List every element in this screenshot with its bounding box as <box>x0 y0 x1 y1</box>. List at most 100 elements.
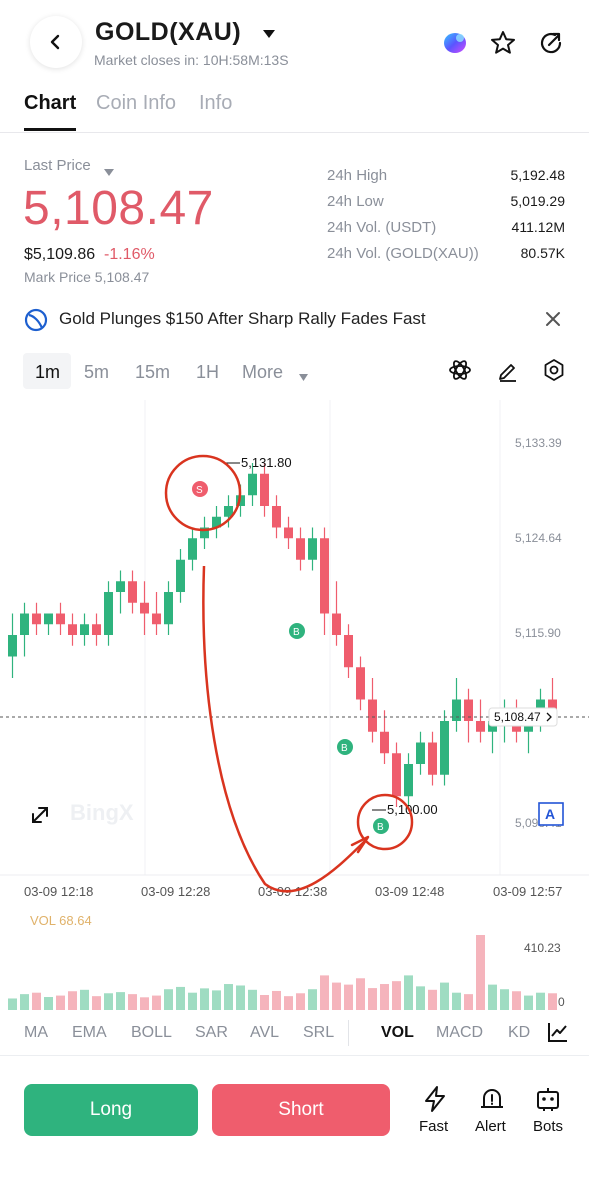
back-button[interactable] <box>30 16 82 68</box>
sell-badge-text: S <box>196 485 203 496</box>
candle <box>428 742 437 775</box>
market-closes-text: Market closes in: 10H:58M:13S <box>94 52 289 68</box>
last-price-value: 5,108.47 <box>23 182 214 235</box>
volume-bar <box>272 990 281 1010</box>
stat-label-24h-high: 24h High <box>327 167 388 184</box>
ai-assistant-icon[interactable] <box>440 28 470 58</box>
tab-chart[interactable]: Chart <box>24 92 76 115</box>
candle <box>296 538 305 560</box>
volume-max-label: 410.23 <box>524 941 561 955</box>
fast-icon[interactable] <box>421 1085 449 1118</box>
volume-bar <box>332 982 341 1010</box>
long-button[interactable]: Long <box>24 1084 198 1136</box>
candle <box>368 699 377 732</box>
candle <box>128 581 137 603</box>
volume-bar <box>428 989 437 1010</box>
svg-text:B: B <box>293 627 300 638</box>
volume-label: VOL 68.64 <box>30 913 92 928</box>
symbol-dropdown-icon[interactable] <box>262 26 276 44</box>
candle <box>8 635 17 657</box>
stat-label-24h-vol-gold: 24h Vol. (GOLD(XAU)) <box>327 245 479 262</box>
close-news-icon[interactable] <box>544 310 562 333</box>
volume-bar <box>56 995 65 1010</box>
candle <box>392 753 401 797</box>
timeframe-15m[interactable]: 15m <box>135 362 170 383</box>
auto-scale-badge[interactable]: A <box>538 802 564 826</box>
volume-bar <box>548 993 557 1010</box>
candle <box>344 635 353 668</box>
volume-bar <box>20 994 29 1010</box>
indicator-kd[interactable]: KD <box>508 1024 530 1042</box>
fullscreen-icon[interactable] <box>32 807 48 823</box>
indicator-boll[interactable]: BOLL <box>131 1024 172 1042</box>
volume-bars <box>8 935 557 1010</box>
price-chart[interactable]: 5,133.395,124.645,115.905,098.41 03-09 1… <box>0 400 589 1020</box>
last-price-label[interactable]: Last Price <box>24 157 91 174</box>
volume-bar <box>68 991 77 1010</box>
draw-tool-icon[interactable] <box>496 358 520 387</box>
y-tick-label: 5,133.39 <box>515 436 562 450</box>
timeframe-1m[interactable]: 1m <box>35 362 60 383</box>
current-price-tag-text: 5,108.47 <box>494 710 541 724</box>
fast-label[interactable]: Fast <box>419 1118 448 1135</box>
share-icon[interactable] <box>536 28 566 58</box>
alert-label[interactable]: Alert <box>475 1118 506 1135</box>
change-percent: -1.16% <box>104 246 155 263</box>
more-dropdown-icon[interactable] <box>299 368 308 386</box>
favorite-star-icon[interactable] <box>488 28 518 58</box>
volume-bar <box>524 995 533 1010</box>
bots-icon[interactable] <box>534 1085 562 1118</box>
candle <box>332 613 341 635</box>
alert-icon[interactable] <box>478 1085 506 1118</box>
volume-bar <box>44 997 53 1010</box>
chart-settings-icon[interactable] <box>542 358 566 387</box>
volume-bar <box>308 989 317 1010</box>
indicator-settings-icon[interactable] <box>448 358 472 387</box>
x-tick-label: 03-09 12:57 <box>493 884 562 899</box>
volume-bar <box>212 990 221 1010</box>
tab-info[interactable]: Info <box>199 92 232 115</box>
indicator-ema[interactable]: EMA <box>72 1024 107 1042</box>
volume-bar <box>176 986 185 1010</box>
indicator-ma[interactable]: MA <box>24 1024 48 1042</box>
candle <box>416 742 425 764</box>
volume-bar <box>356 978 365 1010</box>
short-button[interactable]: Short <box>212 1084 390 1136</box>
last-price-dropdown-icon[interactable] <box>104 163 114 181</box>
timeframe-more[interactable]: More <box>242 362 283 383</box>
bots-label[interactable]: Bots <box>533 1118 563 1135</box>
volume-bar <box>32 992 41 1010</box>
volume-bar <box>92 996 101 1010</box>
tab-coin-info[interactable]: Coin Info <box>96 92 176 115</box>
buy-badge-1: B <box>289 623 305 639</box>
volume-bar <box>476 935 485 1010</box>
volume-bar <box>188 992 197 1010</box>
indicator-sar[interactable]: SAR <box>195 1024 228 1042</box>
volume-bar <box>404 975 413 1010</box>
volume-bar <box>500 989 509 1010</box>
timeframe-1h[interactable]: 1H <box>196 362 219 383</box>
indicator-vol[interactable]: VOL <box>381 1024 414 1042</box>
indicator-macd[interactable]: MACD <box>436 1024 483 1042</box>
current-price-tag[interactable]: 5,108.47 <box>488 707 558 727</box>
auto-scale-badge-text: A <box>545 806 555 822</box>
candle <box>32 613 41 625</box>
high-marker-text: 5,131.80 <box>241 455 292 470</box>
volume-bar <box>344 984 353 1010</box>
volume-bar <box>260 995 269 1010</box>
indicator-srl[interactable]: SRL <box>303 1024 334 1042</box>
candle <box>44 613 53 625</box>
indicator-separator <box>348 1020 349 1046</box>
indicator-avl[interactable]: AVL <box>250 1024 279 1042</box>
symbol-title[interactable]: GOLD(XAU) <box>95 18 241 47</box>
volume-bar <box>164 989 173 1010</box>
timeframe-5m[interactable]: 5m <box>84 362 109 383</box>
news-headline[interactable]: Gold Plunges $150 After Sharp Rally Fade… <box>59 309 426 329</box>
candles <box>8 463 557 807</box>
candle <box>356 667 365 700</box>
candle <box>176 559 185 592</box>
stat-value-24h-low: 5,019.29 <box>510 193 566 209</box>
indicator-chart-icon[interactable] <box>547 1021 569 1048</box>
high-marker: 5,131.80 <box>226 455 292 470</box>
volume-bar <box>296 993 305 1010</box>
